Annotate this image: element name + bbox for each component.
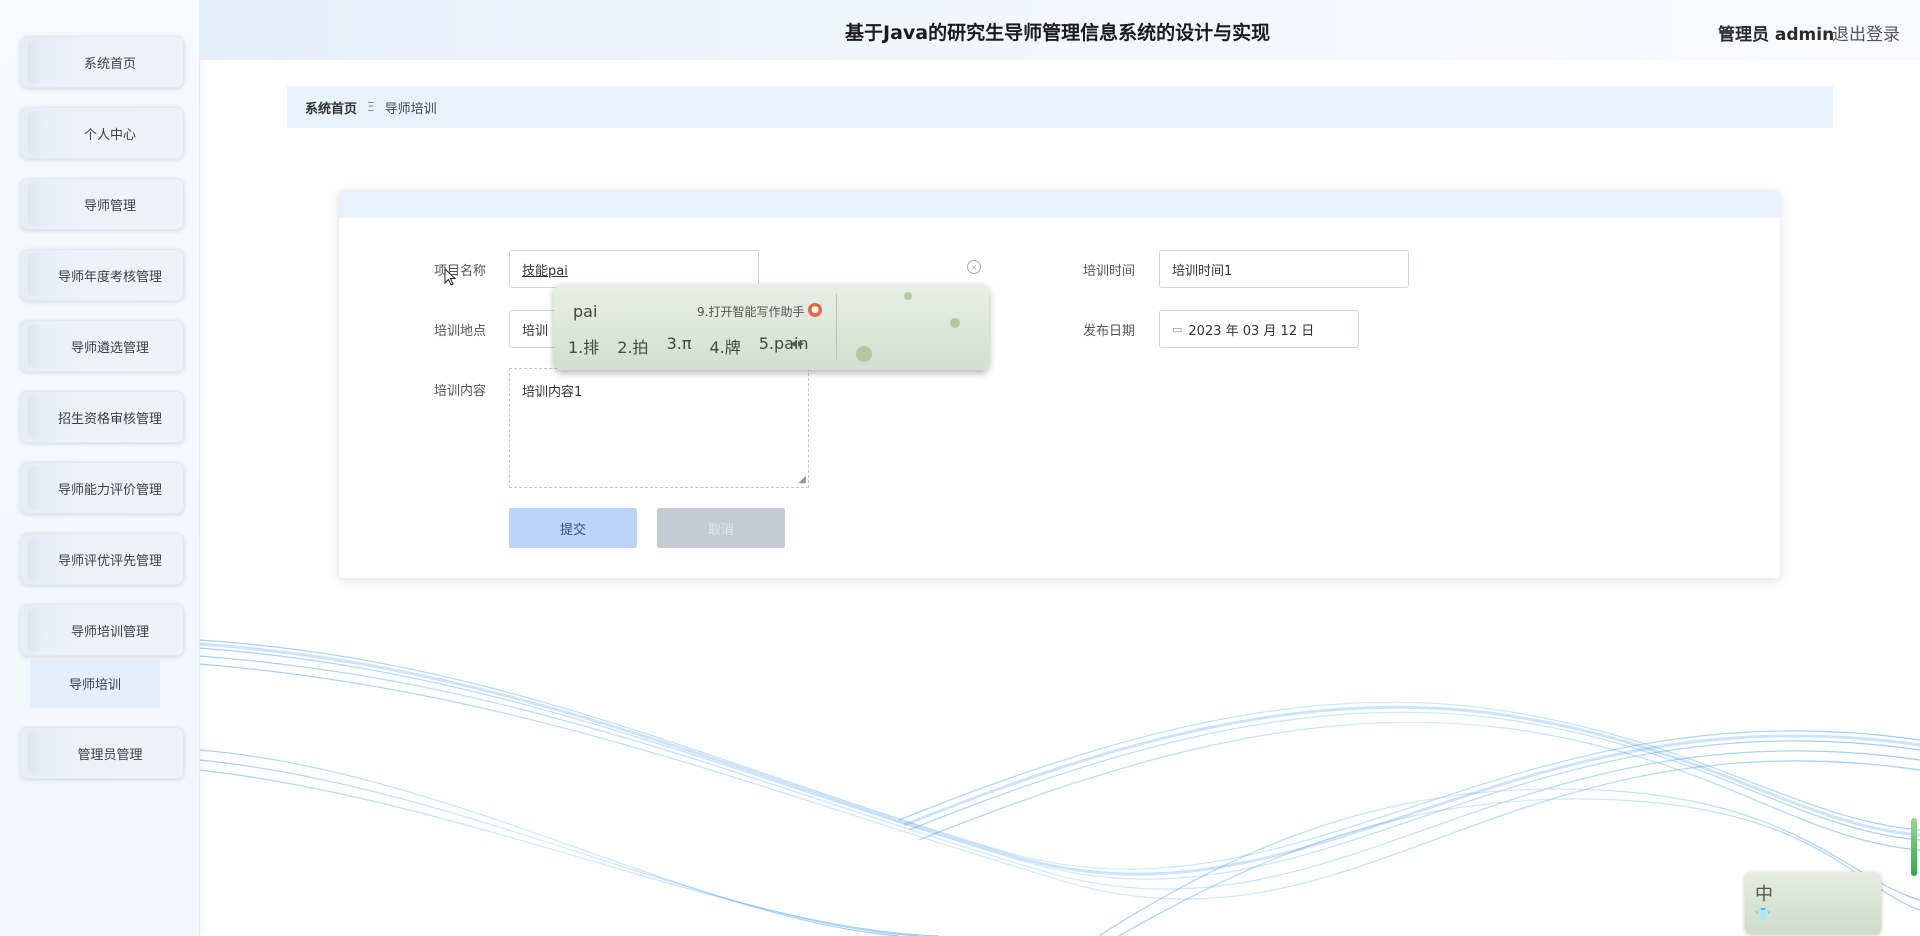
ime-candidate[interactable]: 2.拍	[617, 334, 648, 358]
sidebar-item-label: 导师培训管理	[70, 624, 149, 640]
content-textarea[interactable]: 培训内容1 ◢	[509, 368, 809, 488]
panel-header-bar	[339, 190, 1780, 218]
ime-assist-link[interactable]: 9.打开智能写作助手	[697, 303, 804, 320]
logout-link[interactable]: 退出登录	[1832, 20, 1900, 45]
location-label: 培训地点	[434, 324, 487, 339]
project-name-input[interactable]: 技能pai	[509, 250, 759, 288]
cancel-button[interactable]: 取消	[657, 508, 785, 548]
ime-candidate[interactable]: 3.π	[667, 334, 692, 358]
ime-candidate-popup: pai 9.打开智能写作助手 ● 1.排 2.拍 3.π 4.牌 5.pain …	[554, 284, 989, 370]
sidebar-item-label: 招生资格审核管理	[57, 411, 162, 427]
ime-page-arrows-icon[interactable]: ◂▸	[790, 336, 806, 350]
calendar-icon: ▭	[1172, 322, 1183, 336]
sidebar-item-training-management[interactable]: 导师培训管理	[20, 604, 184, 656]
ime-divider	[836, 294, 837, 360]
ime-candidate[interactable]: 4.牌	[709, 334, 740, 358]
sidebar-item-label: 系统首页	[83, 56, 136, 72]
resize-handle-icon[interactable]: ◢	[798, 474, 806, 485]
time-input[interactable]: 培训时间1	[1159, 250, 1409, 288]
ime-pinyin: pai	[573, 302, 598, 321]
content-value: 培训内容1	[522, 385, 583, 400]
mouse-pointer-icon	[444, 267, 457, 290]
sidebar-item-label: 导师管理	[83, 198, 136, 214]
sidebar-item-label: 导师能力评价管理	[57, 482, 162, 498]
sidebar-item-label: 导师遴选管理	[70, 340, 149, 356]
sidebar-item-personal-center[interactable]: 个人中心	[20, 107, 184, 159]
ime-candidate[interactable]: 1.排	[568, 334, 599, 358]
sidebar-item-admin-management[interactable]: 管理员管理	[20, 727, 184, 779]
sidebar: 系统首页 个人中心 导师管理 导师年度考核管理 导师遴选管理 招生资格审核管理 …	[0, 0, 200, 936]
project-name-value: 技能pai	[522, 263, 568, 279]
submit-button[interactable]: 提交	[509, 508, 637, 548]
ime-skin-artwork	[846, 290, 982, 364]
location-value: 培训	[522, 323, 549, 339]
ime-status-widget[interactable]: 中 👕	[1745, 872, 1881, 934]
breadcrumb: 系统首页 Ξ 导师培训	[287, 86, 1833, 128]
content-label: 培训内容	[434, 384, 487, 399]
sidebar-item-home[interactable]: 系统首页	[20, 36, 184, 88]
top-header: 基于Java的研究生导师管理信息系统的设计与实现 管理员 admin 退出登录	[199, 0, 1920, 60]
clear-icon[interactable]: ×	[967, 260, 981, 274]
sidebar-item-label: 导师年度考核管理	[57, 269, 162, 285]
time-value: 培训时间1	[1172, 263, 1233, 279]
sidebar-item-tutor-management[interactable]: 导师管理	[20, 178, 184, 230]
ime-candidates: 1.排 2.拍 3.π 4.牌 5.pain	[568, 334, 809, 358]
ime-mode-indicator[interactable]: 中	[1755, 880, 1773, 906]
current-user: 管理员 admin	[1718, 25, 1835, 45]
ime-skin-dot	[856, 346, 872, 362]
ime-skin-dot	[904, 292, 912, 300]
date-label: 发布日期	[1083, 324, 1136, 339]
assistant-icon[interactable]: ●	[808, 303, 822, 317]
sidebar-item-ability-evaluation[interactable]: 导师能力评价管理	[20, 462, 184, 514]
date-input[interactable]: ▭ 2023 年 03 月 12 日	[1159, 310, 1359, 348]
ime-skin-dot	[950, 318, 960, 328]
sidebar-item-qualification-review[interactable]: 招生资格审核管理	[20, 391, 184, 443]
sidebar-item-label: 管理员管理	[77, 747, 143, 763]
breadcrumb-current: 导师培训	[384, 101, 437, 117]
date-value: 2023 年 03 月 12 日	[1188, 323, 1315, 339]
background-wave-decoration	[199, 639, 1920, 936]
volume-level-indicator	[1911, 818, 1917, 876]
sidebar-item-tutor-selection[interactable]: 导师遴选管理	[20, 320, 184, 372]
time-label: 培训时间	[1083, 264, 1136, 279]
sidebar-item-excellence-evaluation[interactable]: 导师评优评先管理	[20, 533, 184, 585]
skin-shirt-icon[interactable]: 👕	[1755, 908, 1771, 923]
sidebar-subitem-training[interactable]: 导师培训	[30, 658, 160, 708]
breadcrumb-separator: Ξ	[367, 100, 375, 114]
project-name-label: 项目名称	[434, 264, 487, 279]
sidebar-item-label: 导师评优评先管理	[57, 553, 162, 569]
sidebar-item-label: 个人中心	[83, 127, 136, 143]
page-title: 基于Java的研究生导师管理信息系统的设计与实现	[845, 22, 1271, 44]
training-form-panel: 项目名称 技能pai × 培训地点 培训 培训内容 培训内容1 ◢ 培训时间 培…	[339, 190, 1780, 578]
breadcrumb-home[interactable]: 系统首页	[305, 98, 357, 117]
sidebar-item-annual-assessment[interactable]: 导师年度考核管理	[20, 249, 184, 301]
